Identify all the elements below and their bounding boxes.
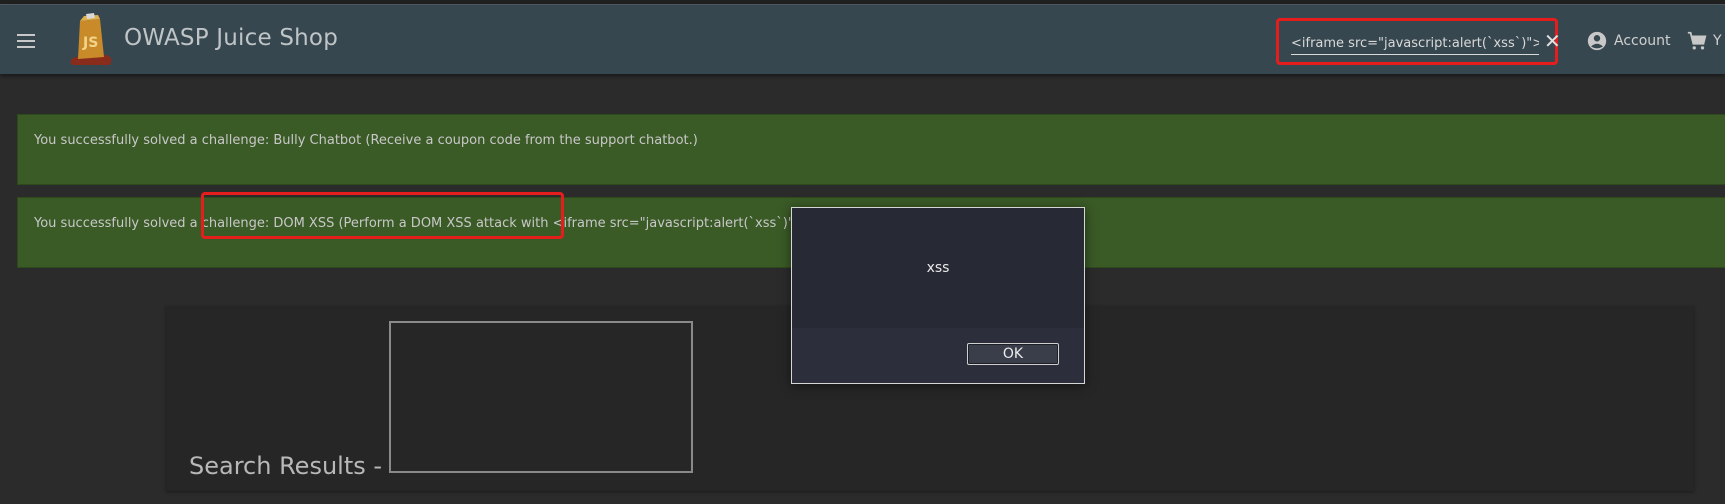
annotation-highlight-box	[201, 192, 564, 239]
search-results-title: Search Results -	[189, 452, 383, 480]
basket-button[interactable]: Y	[1686, 27, 1722, 55]
alert-message: xss	[926, 260, 950, 276]
close-icon[interactable]: ✕	[1544, 31, 1561, 51]
challenge-banner-bully-chatbot: You successfully solved a challenge: Bul…	[17, 114, 1725, 185]
search-highlight-box: ✕	[1276, 18, 1561, 65]
banner-text: You successfully solved a challenge: Bul…	[34, 133, 698, 148]
injected-iframe	[389, 321, 693, 473]
ok-button[interactable]: OK	[967, 343, 1059, 365]
svg-text:JS: JS	[82, 35, 98, 51]
account-label: Account	[1614, 33, 1671, 49]
juice-shop-logo[interactable]: JS	[66, 11, 118, 69]
menu-button[interactable]	[14, 29, 38, 53]
menu-icon	[17, 34, 35, 36]
search-input[interactable]	[1291, 33, 1539, 55]
shopping-cart-icon	[1687, 31, 1707, 50]
alert-dialog: xss OK	[791, 207, 1085, 384]
toolbar: JS OWASP Juice Shop ✕ Account Y	[0, 5, 1725, 74]
account-circle-icon	[1587, 31, 1607, 51]
account-button[interactable]: Account	[1586, 27, 1671, 55]
basket-label: Y	[1713, 33, 1722, 49]
alert-dialog-body: xss	[792, 208, 1084, 328]
app-title[interactable]: OWASP Juice Shop	[124, 25, 338, 51]
